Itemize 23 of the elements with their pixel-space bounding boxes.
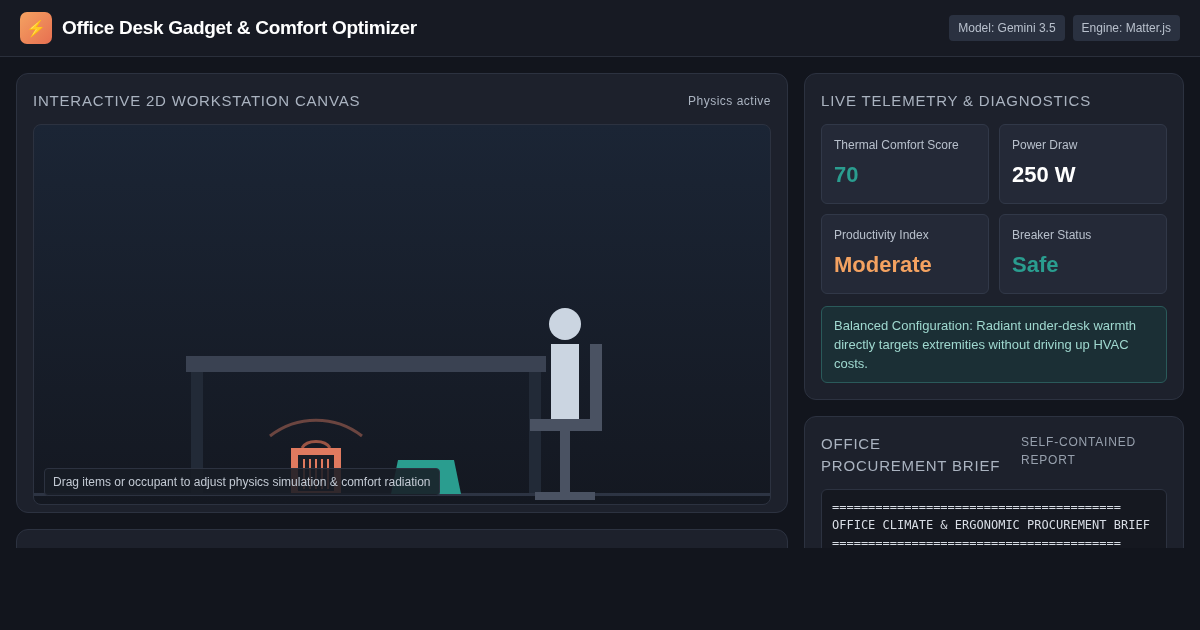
report-tag: SELF-CONTAINED REPORT [1021,433,1167,469]
app-title: Office Desk Gadget & Comfort Optimizer [62,17,417,39]
bolt-icon: ⚡ [20,12,52,44]
report-text: ======================================== OFFICE CLIMATE & ERGONOMIC PROCUREMENT BRIEF ======================================== [821,489,1167,548]
metric-label: Productivity Index [834,228,930,242]
panel-title: INTERACTIVE 2D WORKSTATION CANVAS [33,91,361,111]
occupant-figure[interactable] [549,308,581,419]
metric-value: 70 [834,162,860,188]
hint-tooltip: Drag items or occupant to adjust physics simulation & comfort radiation [44,468,440,496]
workstation-canvas[interactable]: Drag items or occupant to adjust physics simulation & comfort radiation [33,124,771,505]
metric-label: Thermal Comfort Score [834,138,960,152]
metric-value: 250 W [1012,162,1077,188]
physics-status: Physics active [687,94,771,108]
panel-title: LIVE TELEMETRY & DIAGNOSTICS [821,91,1091,111]
office-chair[interactable] [530,344,602,500]
info-badge: Model: Gemini 3.5 [949,15,1065,41]
info-badge: Engine: Matter.js [1072,15,1180,41]
config-note: Balanced Configuration: Radiant under-desk warmth directly targets extremities without driving up HVAC costs. [821,306,1167,383]
metric-value: Safe [1012,252,1060,278]
metric-label: Power Draw [1012,138,1079,152]
metric-value: Moderate [834,252,933,278]
panel-title: OFFICE PROCUREMENT BRIEF [821,434,1002,476]
metric-label: Breaker Status [1012,228,1093,242]
